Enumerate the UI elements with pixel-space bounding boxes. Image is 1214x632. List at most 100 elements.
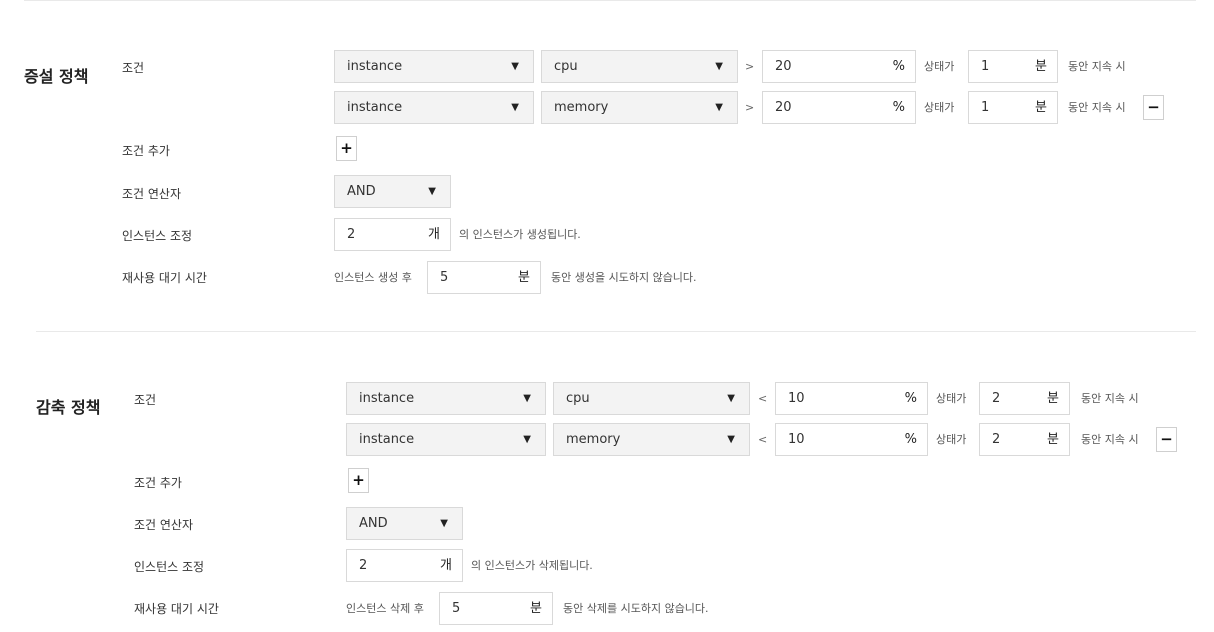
cooldown-label: 재사용 대기 시간 [134, 602, 219, 616]
threshold-input[interactable]: 10 % [775, 423, 928, 456]
metric-select-value: cpu [566, 391, 590, 406]
operator-select[interactable]: AND ▼ [334, 175, 451, 208]
remove-condition-button[interactable]: − [1156, 427, 1177, 452]
target-select-value: instance [359, 432, 415, 447]
cooldown-value: 5 [452, 601, 461, 616]
caret-down-icon: ▼ [715, 61, 723, 72]
operator-select-value: AND [347, 184, 376, 199]
state-label: 상태가 [936, 392, 967, 405]
operator-label: 조건 연산자 [134, 518, 194, 532]
cooldown-label: 재사용 대기 시간 [122, 271, 207, 285]
threshold-input[interactable]: 10 % [775, 382, 928, 415]
duration-input[interactable]: 1 분 [968, 91, 1058, 124]
metric-select[interactable]: cpu ▼ [553, 382, 750, 415]
target-select-value: instance [347, 100, 403, 115]
section-title: 감축 정책 [36, 398, 101, 417]
caret-down-icon: ▼ [428, 186, 436, 197]
add-condition-button[interactable]: + [336, 136, 357, 161]
duration-input[interactable]: 2 분 [979, 423, 1070, 456]
threshold-input[interactable]: 20 % [762, 91, 916, 124]
duration-suffix: 동안 지속 시 [1068, 101, 1126, 114]
cooldown-prefix: 인스턴스 생성 후 [334, 271, 412, 284]
comparison-operator: > [745, 101, 755, 114]
caret-down-icon: ▼ [511, 102, 519, 113]
duration-value: 2 [992, 432, 1001, 447]
instance-adjust-label: 인스턴스 조정 [122, 229, 193, 243]
operator-select-value: AND [359, 516, 388, 531]
comparison-operator: < [758, 433, 768, 446]
condition-label: 조건 [134, 393, 157, 407]
operator-select[interactable]: AND ▼ [346, 507, 463, 540]
state-label: 상태가 [924, 101, 955, 114]
threshold-value: 20 [775, 59, 792, 74]
target-select[interactable]: instance ▼ [334, 91, 534, 124]
target-select[interactable]: instance ▼ [346, 382, 546, 415]
caret-down-icon: ▼ [715, 102, 723, 113]
plus-icon: + [352, 471, 365, 489]
state-label: 상태가 [924, 60, 955, 73]
comparison-operator: > [745, 60, 755, 73]
duration-value: 1 [981, 100, 990, 115]
add-condition-button[interactable]: + [348, 468, 369, 493]
add-condition-label: 조건 추가 [134, 476, 182, 490]
duration-input[interactable]: 2 분 [979, 382, 1070, 415]
threshold-unit: % [892, 100, 905, 115]
threshold-value: 20 [775, 100, 792, 115]
threshold-input[interactable]: 20 % [762, 50, 916, 83]
threshold-unit: % [904, 391, 917, 406]
duration-unit: 분 [1047, 391, 1059, 406]
duration-value: 2 [992, 391, 1001, 406]
duration-unit: 분 [1035, 59, 1047, 74]
target-select[interactable]: instance ▼ [334, 50, 534, 83]
metric-select[interactable]: memory ▼ [541, 91, 738, 124]
section-divider [36, 331, 1196, 332]
threshold-unit: % [892, 59, 905, 74]
target-select-value: instance [347, 59, 403, 74]
duration-unit: 분 [1035, 100, 1047, 115]
top-divider [24, 0, 1196, 1]
duration-input[interactable]: 1 분 [968, 50, 1058, 83]
duration-suffix: 동안 지속 시 [1081, 392, 1139, 405]
section-title: 증설 정책 [24, 67, 89, 86]
metric-select[interactable]: memory ▼ [553, 423, 750, 456]
cooldown-prefix: 인스턴스 삭제 후 [346, 602, 424, 615]
plus-icon: + [340, 139, 353, 157]
instance-count-unit: 개 [428, 227, 440, 242]
duration-value: 1 [981, 59, 990, 74]
caret-down-icon: ▼ [727, 393, 735, 404]
instance-count-input[interactable]: 2 개 [346, 549, 463, 582]
instance-count-input[interactable]: 2 개 [334, 218, 451, 251]
cooldown-unit: 분 [518, 270, 530, 285]
threshold-unit: % [904, 432, 917, 447]
instance-adjust-suffix: 의 인스턴스가 생성됩니다. [459, 228, 581, 241]
target-select-value: instance [359, 391, 415, 406]
cooldown-value: 5 [440, 270, 449, 285]
metric-select-value: memory [566, 432, 621, 447]
caret-down-icon: ▼ [523, 393, 531, 404]
cooldown-input[interactable]: 5 분 [439, 592, 553, 625]
minus-icon: − [1147, 98, 1160, 116]
cooldown-suffix: 동안 생성을 시도하지 않습니다. [551, 271, 697, 284]
instance-adjust-label: 인스턴스 조정 [134, 560, 205, 574]
remove-condition-button[interactable]: − [1143, 95, 1164, 120]
instance-count-value: 2 [347, 227, 356, 242]
metric-select-value: memory [554, 100, 609, 115]
instance-adjust-suffix: 의 인스턴스가 삭제됩니다. [471, 559, 593, 572]
operator-label: 조건 연산자 [122, 187, 182, 201]
cooldown-input[interactable]: 5 분 [427, 261, 541, 294]
target-select[interactable]: instance ▼ [346, 423, 546, 456]
state-label: 상태가 [936, 433, 967, 446]
duration-suffix: 동안 지속 시 [1081, 433, 1139, 446]
duration-unit: 분 [1047, 432, 1059, 447]
caret-down-icon: ▼ [523, 434, 531, 445]
metric-select[interactable]: cpu ▼ [541, 50, 738, 83]
caret-down-icon: ▼ [727, 434, 735, 445]
condition-label: 조건 [122, 61, 145, 75]
cooldown-unit: 분 [530, 601, 542, 616]
threshold-value: 10 [788, 391, 805, 406]
comparison-operator: < [758, 392, 768, 405]
metric-select-value: cpu [554, 59, 578, 74]
caret-down-icon: ▼ [511, 61, 519, 72]
caret-down-icon: ▼ [440, 518, 448, 529]
duration-suffix: 동안 지속 시 [1068, 60, 1126, 73]
